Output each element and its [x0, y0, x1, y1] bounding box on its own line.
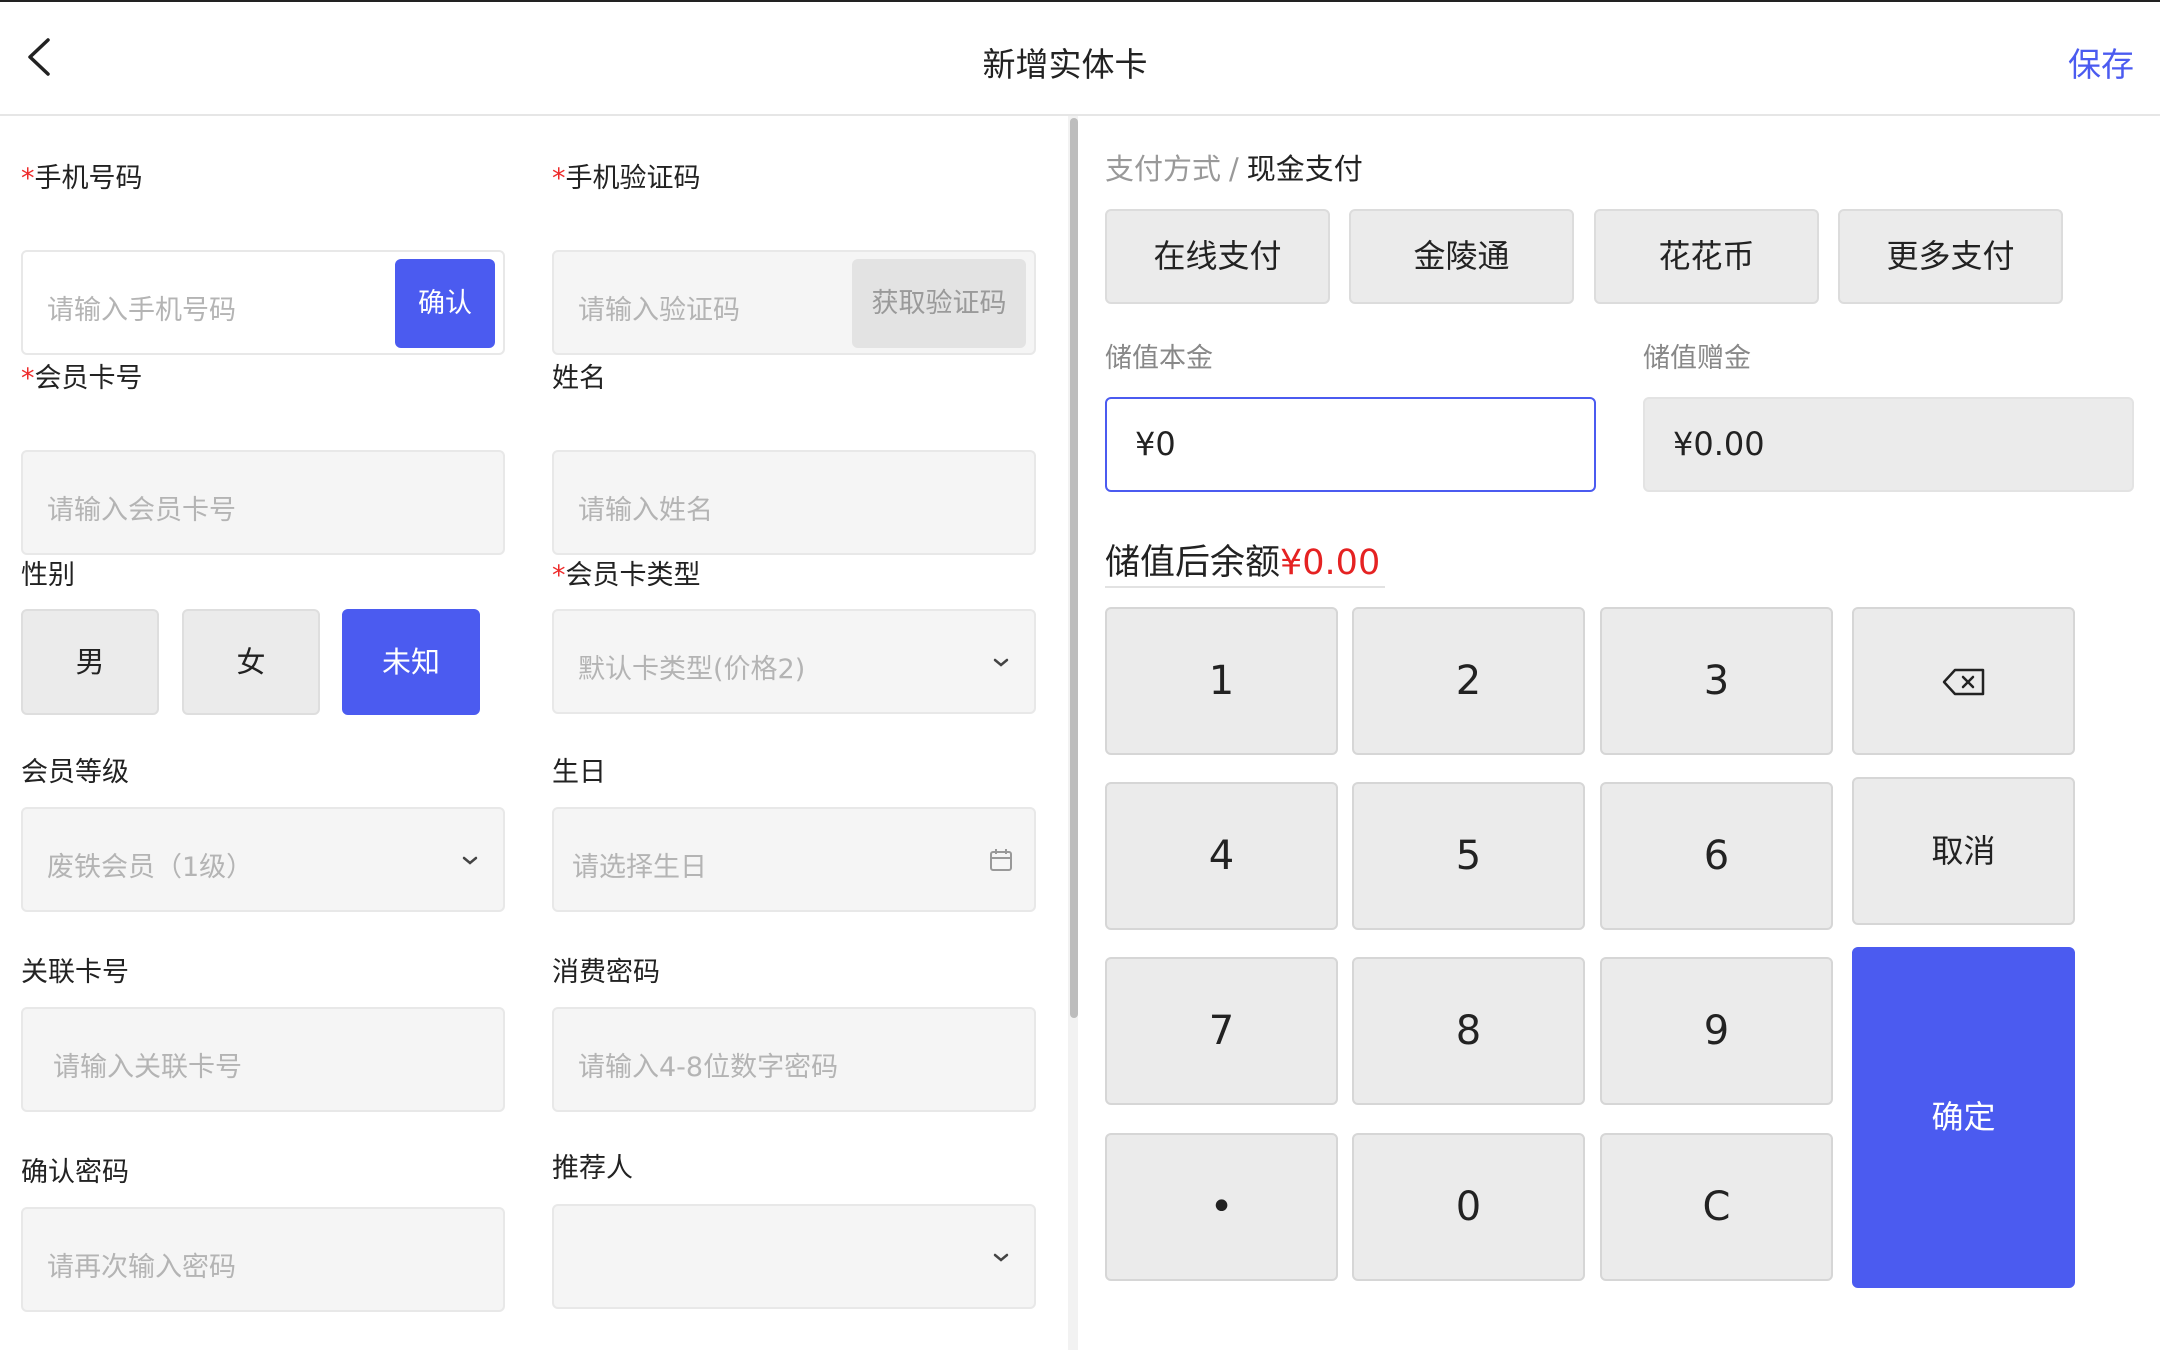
confirm-password-input[interactable]: 请再次输入密码	[21, 1207, 505, 1312]
name-placeholder: 请输入姓名	[578, 495, 713, 526]
gender-male-button[interactable]: 男	[21, 609, 159, 715]
key-0[interactable]: 0	[1352, 1133, 1585, 1281]
phone-input[interactable]: 请输入手机号码 确认	[21, 250, 505, 355]
bonus-input: ¥0.00	[1643, 397, 2134, 492]
principal-input[interactable]: ¥0	[1105, 397, 1596, 492]
verify-code-input[interactable]: 请输入验证码 获取验证码	[552, 250, 1036, 355]
balance-value: ¥0.00	[1280, 543, 1381, 583]
key-7[interactable]: 7	[1105, 957, 1338, 1105]
calendar-icon	[990, 849, 1012, 871]
balance-summary: 储值后余额¥0.00	[1105, 534, 1385, 588]
pay-method-huahuabi[interactable]: 花花币	[1594, 209, 1819, 304]
key-3[interactable]: 3	[1600, 607, 1833, 755]
verify-code-placeholder: 请输入验证码	[578, 295, 740, 326]
save-button[interactable]: 保存	[2068, 38, 2134, 86]
verify-code-label: *手机验证码	[552, 163, 701, 194]
confirm-password-placeholder: 请再次输入密码	[47, 1252, 236, 1283]
backspace-icon	[1942, 668, 1984, 696]
birthday-placeholder: 请选择生日	[572, 852, 707, 883]
payment-breadcrumb: 支付方式 / 现金支付	[1105, 146, 1363, 188]
card-no-label: *会员卡号	[21, 363, 143, 394]
key-6[interactable]: 6	[1600, 782, 1833, 930]
balance-label: 储值后余额	[1105, 543, 1281, 583]
backspace-button[interactable]	[1852, 607, 2075, 755]
chevron-down-icon	[993, 1253, 1009, 1262]
confirm-password-label: 确认密码	[21, 1157, 129, 1188]
page-title: 新增实体卡	[982, 45, 1148, 84]
top-bar: 新增实体卡 保存	[0, 0, 2160, 116]
member-form: *手机号码 请输入手机号码 确认 *手机验证码 请输入验证码 获取验证码 *会员…	[0, 116, 1070, 1350]
level-select[interactable]: 废铁会员（1级）	[21, 807, 505, 912]
linked-card-input[interactable]: 请输入关联卡号	[21, 1007, 505, 1112]
breadcrumb-parent[interactable]: 支付方式	[1105, 152, 1221, 186]
gender-label: 性别	[21, 560, 75, 591]
pay-method-more[interactable]: 更多支付	[1838, 209, 2063, 304]
phone-label: *手机号码	[21, 163, 143, 194]
gender-unknown-button[interactable]: 未知	[342, 609, 480, 715]
key-4[interactable]: 4	[1105, 782, 1338, 930]
pay-method-online[interactable]: 在线支付	[1105, 209, 1330, 304]
breadcrumb-current: 现金支付	[1246, 152, 1363, 186]
consume-password-input[interactable]: 请输入4-8位数字密码	[552, 1007, 1036, 1112]
confirm-button[interactable]: 确定	[1852, 947, 2075, 1288]
key-clear[interactable]: C	[1600, 1133, 1833, 1281]
referrer-select[interactable]	[552, 1204, 1036, 1309]
level-value: 废铁会员（1级）	[47, 852, 254, 883]
payment-panel: 支付方式 / 现金支付 在线支付 金陵通 花花币 更多支付 储值本金 储值赠金 ¥0…	[1105, 116, 2135, 1350]
card-type-label: *会员卡类型	[552, 560, 701, 591]
get-code-button[interactable]: 获取验证码	[852, 259, 1026, 348]
key-9[interactable]: 9	[1600, 957, 1833, 1105]
principal-label: 储值本金	[1105, 343, 1213, 374]
linked-card-placeholder: 请输入关联卡号	[53, 1052, 242, 1083]
card-type-value: 默认卡类型(价格2)	[578, 654, 806, 685]
phone-placeholder: 请输入手机号码	[47, 295, 236, 326]
card-no-placeholder: 请输入会员卡号	[47, 495, 236, 526]
key-1[interactable]: 1	[1105, 607, 1338, 755]
consume-password-placeholder: 请输入4-8位数字密码	[578, 1052, 839, 1083]
key-5[interactable]: 5	[1352, 782, 1585, 930]
key-2[interactable]: 2	[1352, 607, 1585, 755]
linked-card-label: 关联卡号	[21, 957, 129, 988]
referrer-label: 推荐人	[552, 1153, 633, 1184]
card-type-select[interactable]: 默认卡类型(价格2)	[552, 609, 1036, 714]
key-8[interactable]: 8	[1352, 957, 1585, 1105]
key-dot[interactable]: •	[1105, 1133, 1338, 1281]
chevron-down-icon	[462, 856, 478, 865]
consume-password-label: 消费密码	[552, 957, 660, 988]
name-label: 姓名	[552, 363, 606, 394]
birthday-picker[interactable]: 请选择生日	[552, 807, 1036, 912]
card-no-input[interactable]: 请输入会员卡号	[21, 450, 505, 555]
level-label: 会员等级	[21, 757, 129, 788]
gender-female-button[interactable]: 女	[182, 609, 320, 715]
breadcrumb-separator: /	[1229, 152, 1239, 186]
bonus-label: 储值赠金	[1643, 343, 1751, 374]
birthday-label: 生日	[552, 757, 606, 788]
name-input[interactable]: 请输入姓名	[552, 450, 1036, 555]
form-scrollbar-thumb[interactable]	[1070, 118, 1078, 1018]
confirm-phone-button[interactable]: 确认	[395, 259, 495, 348]
cancel-button[interactable]: 取消	[1852, 777, 2075, 925]
chevron-down-icon	[993, 658, 1009, 667]
pay-method-jinlingtong[interactable]: 金陵通	[1349, 209, 1574, 304]
